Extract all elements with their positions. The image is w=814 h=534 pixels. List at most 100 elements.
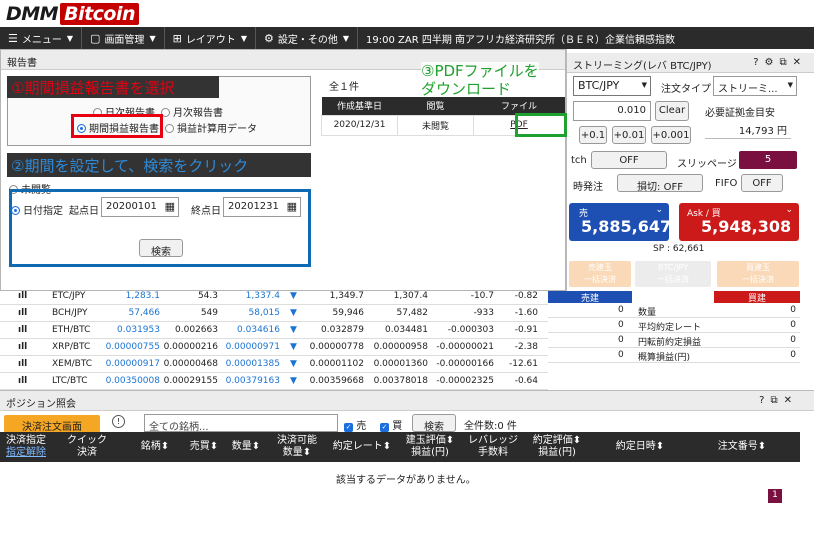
info-icon[interactable]: ! <box>112 415 125 428</box>
switch-toggle[interactable]: OFF <box>591 151 667 169</box>
position-search-button[interactable]: 検索 <box>412 414 456 433</box>
layout-button[interactable]: ⊞ レイアウト ▼ <box>165 27 256 49</box>
rate-row[interactable]: ıll LTC/BTC ▼ 0.00350008 0.00029155 0.0037916… <box>0 373 548 390</box>
sell-all-settle-button[interactable]: 売建玉 一括決済 <box>569 261 631 287</box>
rate-cell: 0.00000917 <box>105 359 160 369</box>
stoploss-toggle[interactable]: 損切: OFF <box>617 174 703 193</box>
col-rate[interactable]: 約定レート⬍ <box>330 441 394 453</box>
summary-row: 0 数量 0 <box>548 303 800 318</box>
result-count: 全１件 <box>329 82 359 93</box>
radio-date-specify[interactable]: 日付指定 <box>11 202 63 217</box>
pair-all-settle-button[interactable]: BTC/JPY 一括決済 <box>635 261 711 287</box>
increment-button-0001[interactable]: +0.001 <box>651 126 691 144</box>
summary-buy-value: 0 <box>790 320 796 330</box>
rate-cell: 0.00359668 <box>309 376 364 386</box>
col-available-qty[interactable]: 決済可能 数量⬍ <box>270 435 324 459</box>
chart-icon[interactable]: ıll <box>18 308 27 318</box>
rate-pair: BCH/JPY <box>52 308 88 318</box>
pair-select[interactable]: BTC/JPY ▼ <box>573 76 651 96</box>
rate-row[interactable]: ıll BCH/JPY ▼ 57,466 549 58,015 59,946 57,482 -9… <box>0 305 548 322</box>
popout-icon[interactable]: ⧉ <box>779 57 792 68</box>
close-icon[interactable]: ✕ <box>784 395 798 406</box>
chart-icon[interactable]: ıll <box>18 359 27 369</box>
summary-label: 概算損益(円) <box>638 353 691 363</box>
settings-label: 設定・その他 <box>277 34 338 46</box>
deselect-link[interactable]: 指定解除 <box>6 447 46 458</box>
screen-manage-button[interactable]: ▢ 画面管理 ▼ <box>82 27 165 49</box>
buy-all-settle-button[interactable]: 買建玉 一括決済 <box>717 261 799 287</box>
rate-cell: -10.7 <box>470 291 494 301</box>
chart-icon[interactable]: ıll <box>18 291 27 301</box>
col-symbol[interactable]: 銘柄⬍ <box>130 441 180 453</box>
layout-icon: ⊞ <box>172 31 182 45</box>
pagination-current[interactable]: 1 <box>768 489 782 503</box>
rate-cell: 1,349.7 <box>329 291 364 301</box>
calendar-icon[interactable]: ▦ <box>165 200 175 213</box>
order-type-select[interactable]: ストリーミ... ▼ <box>713 76 797 96</box>
gear-icon[interactable]: ⚙ <box>765 57 780 68</box>
chart-icon[interactable]: ıll <box>18 325 27 335</box>
menu-button[interactable]: ☰ メニュー ▼ <box>0 27 83 49</box>
summary-buy-header: 買建 <box>714 291 800 304</box>
sell-checkbox[interactable]: ✓ 売 <box>344 417 366 432</box>
down-arrow-icon: ▼ <box>290 342 297 352</box>
rate-row[interactable]: ıll ETH/BTC ▼ 0.031953 0.002663 0.034616 0.032… <box>0 322 548 339</box>
start-date-input[interactable]: 20200101 ▦ <box>101 197 179 217</box>
bid-button[interactable]: 売 ⌄ 5,885,647 <box>569 203 671 241</box>
chevron-down-icon: ▼ <box>149 33 156 43</box>
radio-period-report[interactable]: 期間損益報告書 <box>77 120 159 135</box>
col-order-id[interactable]: 注文番号⬍ <box>702 441 782 453</box>
quantity-input[interactable]: 0.010 <box>573 101 651 121</box>
summary-row: 0 平均約定レート 0 <box>548 318 800 333</box>
rate-cell: -0.82 <box>514 291 538 301</box>
margin-label: 必要証拠金目安 <box>705 108 775 119</box>
rates-grid: ıll ETC/JPY ▼ 1,283.1 54.3 1,337.4 1,349.7 1,30… <box>0 288 548 390</box>
pair-filter-input[interactable]: 全ての銘柄... <box>144 414 338 433</box>
ask-button[interactable]: Ask / 買 ⌄ 5,948,308 <box>679 203 799 241</box>
col-quick-settle: クイック 決済 <box>67 435 107 458</box>
popout-icon[interactable]: ⧉ <box>770 395 783 406</box>
fifo-toggle[interactable]: OFF <box>741 174 783 192</box>
radio-icon <box>165 124 174 133</box>
radio-monthly[interactable]: 月次報告書 <box>161 104 223 119</box>
settle-order-screen-button[interactable]: 決済注文画面 <box>4 415 100 433</box>
slippage-value[interactable]: 5 <box>739 151 797 169</box>
summary-sell-value: 0 <box>618 335 624 345</box>
rate-cell: 0.00000971 <box>225 342 280 352</box>
rate-row[interactable]: ıll XRP/BTC ▼ 0.00000755 0.00000216 0.0000097… <box>0 339 548 356</box>
col-eval-pl[interactable]: 建玉評価⬍ 損益(円) <box>398 435 462 459</box>
layout-label: レイアウト <box>185 34 236 46</box>
clear-button[interactable]: Clear <box>655 101 689 121</box>
down-arrow-icon: ▼ <box>290 359 297 369</box>
chevron-down-icon: ⌄ <box>655 205 663 215</box>
settings-button[interactable]: ⚙ 設定・その他 ▼ <box>256 27 358 49</box>
col-side[interactable]: 売買⬍ <box>184 441 224 453</box>
help-icon[interactable]: ? <box>753 57 764 68</box>
rate-cell: -0.00002325 <box>436 376 494 386</box>
annotation-step2: ②期間を設定して、検索をクリック <box>11 157 249 175</box>
rate-cell: -1.60 <box>514 308 538 318</box>
summary-row: 0 概算損益(円) 0 <box>548 348 800 363</box>
help-icon[interactable]: ? <box>759 395 770 406</box>
empty-message: 該当するデータがありません。 <box>336 475 476 486</box>
calendar-icon[interactable]: ▦ <box>287 200 297 213</box>
col-contract-eval[interactable]: 約定評価⬍ 損益(円) <box>526 435 588 459</box>
end-date-input[interactable]: 20201231 ▦ <box>223 197 301 217</box>
rate-row[interactable]: ıll XEM/BTC ▼ 0.00000917 0.00000468 0.0000138… <box>0 356 548 373</box>
increment-button-001[interactable]: +0.01 <box>612 126 646 144</box>
summary-buy-value: 0 <box>790 305 796 315</box>
col-qty[interactable]: 数量⬍ <box>226 441 266 453</box>
search-button[interactable]: 検索 <box>139 239 183 258</box>
rate-pair: XEM/BTC <box>52 359 93 369</box>
summary-row: 0 円転前約定損益 0 <box>548 333 800 348</box>
col-time[interactable]: 約定日時⬍ <box>600 441 680 453</box>
chart-icon[interactable]: ıll <box>18 342 27 352</box>
position-summary: 売建 買建 0 数量 0 0 平均約定レート 0 0 円転前約定損益 0 0 概算損益(円) 0 <box>548 291 800 363</box>
radio-calc-data[interactable]: 損益計算用データ <box>165 120 257 135</box>
rate-cell: 0.00379163 <box>225 376 280 386</box>
rate-cell: -0.00000021 <box>436 342 494 352</box>
increment-button-01[interactable]: +0.1 <box>579 126 607 144</box>
close-icon[interactable]: ✕ <box>793 57 807 68</box>
chart-icon[interactable]: ıll <box>18 376 27 386</box>
buy-checkbox[interactable]: ✓ 買 <box>380 417 402 432</box>
